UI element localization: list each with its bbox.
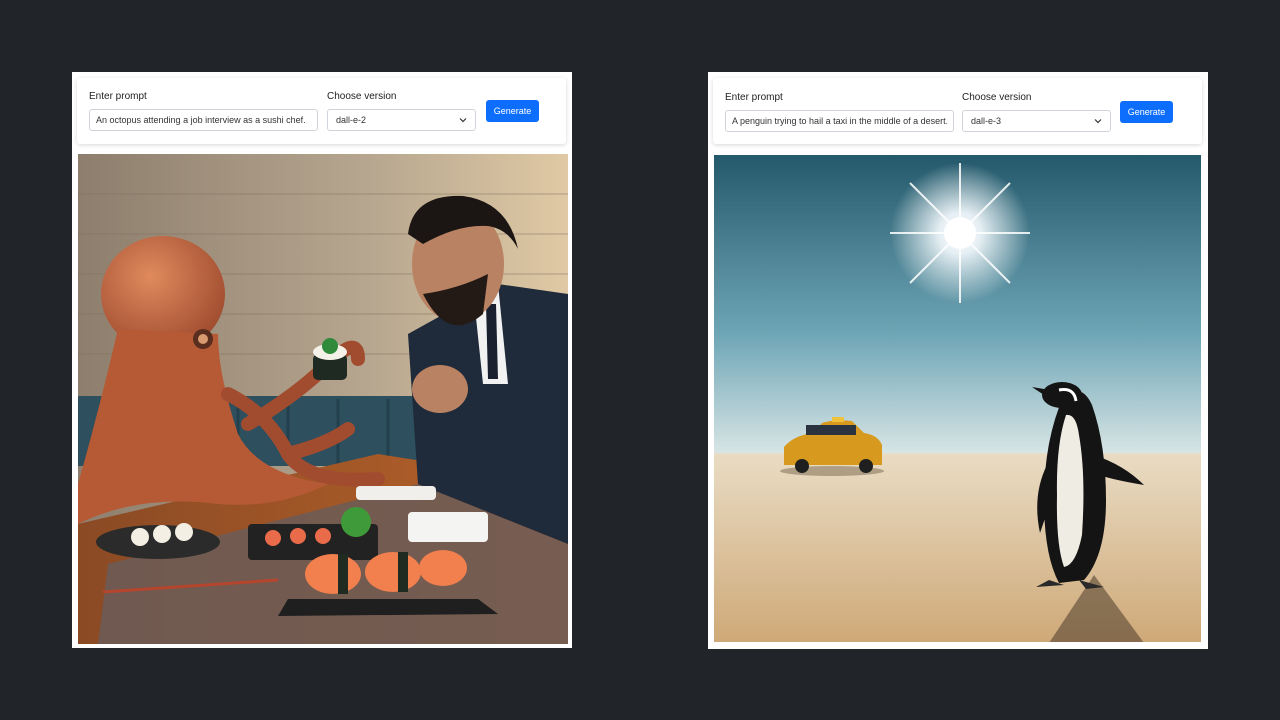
version-select-value: dall-e-2 — [336, 115, 367, 125]
generator-card-left: Enter prompt Choose version dall-e-2 Gen… — [72, 72, 572, 648]
version-select[interactable]: dall-e-3 — [962, 110, 1111, 132]
prompt-form: Enter prompt Choose version dall-e-2 Gen… — [77, 78, 566, 144]
generated-image-octopus — [78, 154, 568, 644]
chevron-down-icon — [459, 118, 467, 123]
prompt-input[interactable] — [725, 110, 954, 132]
generate-button[interactable]: Generate — [1120, 101, 1173, 123]
generate-button[interactable]: Generate — [486, 100, 539, 122]
generated-image-penguin — [714, 155, 1201, 642]
version-label: Choose version — [962, 92, 1032, 103]
chevron-down-icon — [1094, 119, 1102, 124]
prompt-label: Enter prompt — [89, 91, 147, 102]
version-label: Choose version — [327, 91, 397, 102]
version-select-value: dall-e-3 — [971, 116, 1002, 126]
prompt-form: Enter prompt Choose version dall-e-3 Gen… — [713, 78, 1202, 144]
prompt-label: Enter prompt — [725, 92, 783, 103]
prompt-input[interactable] — [89, 109, 318, 131]
version-select[interactable]: dall-e-2 — [327, 109, 476, 131]
generator-card-right: Enter prompt Choose version dall-e-3 Gen… — [708, 72, 1208, 649]
